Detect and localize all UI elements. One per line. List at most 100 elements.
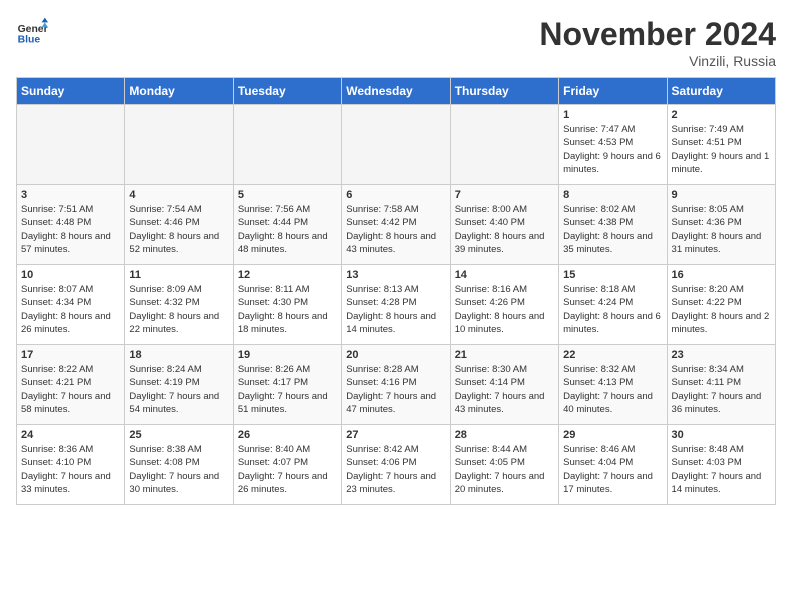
page-header: General Blue November 2024 Vinzili, Russ… <box>16 16 776 69</box>
day-cell-24: 24 Sunrise: 8:36 AMSunset: 4:10 PMDayligh… <box>17 425 125 505</box>
weekday-header-monday: Monday <box>125 78 233 105</box>
day-info: Sunrise: 8:24 AMSunset: 4:19 PMDaylight:… <box>129 363 228 416</box>
day-number: 14 <box>455 269 554 281</box>
day-cell-16: 16 Sunrise: 8:20 AMSunset: 4:22 PMDayligh… <box>667 265 775 345</box>
day-info: Sunrise: 8:32 AMSunset: 4:13 PMDaylight:… <box>563 363 662 416</box>
weekday-header-wednesday: Wednesday <box>342 78 450 105</box>
day-cell-17: 17 Sunrise: 8:22 AMSunset: 4:21 PMDayligh… <box>17 345 125 425</box>
day-number: 21 <box>455 349 554 361</box>
day-cell-23: 23 Sunrise: 8:34 AMSunset: 4:11 PMDayligh… <box>667 345 775 425</box>
day-number: 15 <box>563 269 662 281</box>
day-info: Sunrise: 8:46 AMSunset: 4:04 PMDaylight:… <box>563 443 662 496</box>
day-info: Sunrise: 8:09 AMSunset: 4:32 PMDaylight:… <box>129 283 228 336</box>
day-info: Sunrise: 8:13 AMSunset: 4:28 PMDaylight:… <box>346 283 445 336</box>
day-info: Sunrise: 8:28 AMSunset: 4:16 PMDaylight:… <box>346 363 445 416</box>
calendar-table: SundayMondayTuesdayWednesdayThursdayFrid… <box>16 77 776 505</box>
day-info: Sunrise: 8:26 AMSunset: 4:17 PMDaylight:… <box>238 363 337 416</box>
day-cell-25: 25 Sunrise: 8:38 AMSunset: 4:08 PMDayligh… <box>125 425 233 505</box>
day-info: Sunrise: 8:11 AMSunset: 4:30 PMDaylight:… <box>238 283 337 336</box>
weekday-header-friday: Friday <box>559 78 667 105</box>
weekday-header-row: SundayMondayTuesdayWednesdayThursdayFrid… <box>17 78 776 105</box>
day-number: 4 <box>129 189 228 201</box>
day-number: 26 <box>238 429 337 441</box>
week-row-2: 3 Sunrise: 7:51 AMSunset: 4:48 PMDaylight… <box>17 185 776 265</box>
logo-icon: General Blue <box>16 16 48 48</box>
location: Vinzili, Russia <box>539 53 776 69</box>
empty-cell <box>233 105 341 185</box>
day-info: Sunrise: 7:49 AMSunset: 4:51 PMDaylight:… <box>672 123 771 176</box>
day-info: Sunrise: 8:02 AMSunset: 4:38 PMDaylight:… <box>563 203 662 256</box>
week-row-5: 24 Sunrise: 8:36 AMSunset: 4:10 PMDayligh… <box>17 425 776 505</box>
day-number: 10 <box>21 269 120 281</box>
day-info: Sunrise: 7:54 AMSunset: 4:46 PMDaylight:… <box>129 203 228 256</box>
day-cell-12: 12 Sunrise: 8:11 AMSunset: 4:30 PMDayligh… <box>233 265 341 345</box>
day-cell-5: 5 Sunrise: 7:56 AMSunset: 4:44 PMDaylight… <box>233 185 341 265</box>
day-info: Sunrise: 8:40 AMSunset: 4:07 PMDaylight:… <box>238 443 337 496</box>
day-cell-13: 13Sunrise: 8:13 AMSunset: 4:28 PMDayligh… <box>342 265 450 345</box>
day-number: 27 <box>346 429 445 441</box>
day-info: Sunrise: 8:34 AMSunset: 4:11 PMDaylight:… <box>672 363 771 416</box>
svg-text:Blue: Blue <box>18 34 41 45</box>
day-number: 23 <box>672 349 771 361</box>
day-number: 1 <box>563 109 662 121</box>
day-number: 8 <box>563 189 662 201</box>
day-number: 24 <box>21 429 120 441</box>
week-row-4: 17 Sunrise: 8:22 AMSunset: 4:21 PMDayligh… <box>17 345 776 425</box>
day-number: 16 <box>672 269 771 281</box>
day-cell-4: 4 Sunrise: 7:54 AMSunset: 4:46 PMDaylight… <box>125 185 233 265</box>
day-number: 18 <box>129 349 228 361</box>
day-number: 28 <box>455 429 554 441</box>
empty-cell <box>17 105 125 185</box>
day-number: 30 <box>672 429 771 441</box>
day-cell-28: 28 Sunrise: 8:44 AMSunset: 4:05 PMDayligh… <box>450 425 558 505</box>
day-number: 20 <box>346 349 445 361</box>
day-info: Sunrise: 8:36 AMSunset: 4:10 PMDaylight:… <box>21 443 120 496</box>
day-cell-11: 11 Sunrise: 8:09 AMSunset: 4:32 PMDayligh… <box>125 265 233 345</box>
day-cell-19: 19 Sunrise: 8:26 AMSunset: 4:17 PMDayligh… <box>233 345 341 425</box>
logo: General Blue <box>16 16 48 48</box>
weekday-header-sunday: Sunday <box>17 78 125 105</box>
day-number: 19 <box>238 349 337 361</box>
month-title: November 2024 <box>539 16 776 53</box>
day-info: Sunrise: 8:00 AMSunset: 4:40 PMDaylight:… <box>455 203 554 256</box>
day-cell-26: 26 Sunrise: 8:40 AMSunset: 4:07 PMDayligh… <box>233 425 341 505</box>
day-number: 25 <box>129 429 228 441</box>
day-info: Sunrise: 7:56 AMSunset: 4:44 PMDaylight:… <box>238 203 337 256</box>
day-cell-22: 22 Sunrise: 8:32 AMSunset: 4:13 PMDayligh… <box>559 345 667 425</box>
day-info: Sunrise: 8:20 AMSunset: 4:22 PMDaylight:… <box>672 283 771 336</box>
day-info: Sunrise: 8:44 AMSunset: 4:05 PMDaylight:… <box>455 443 554 496</box>
week-row-1: 1 Sunrise: 7:47 AMSunset: 4:53 PMDaylight… <box>17 105 776 185</box>
weekday-header-tuesday: Tuesday <box>233 78 341 105</box>
day-info: Sunrise: 8:07 AMSunset: 4:34 PMDaylight:… <box>21 283 120 336</box>
day-info: Sunrise: 8:38 AMSunset: 4:08 PMDaylight:… <box>129 443 228 496</box>
day-cell-14: 14Sunrise: 8:16 AMSunset: 4:26 PMDayligh… <box>450 265 558 345</box>
day-number: 9 <box>672 189 771 201</box>
day-number: 22 <box>563 349 662 361</box>
day-info: Sunrise: 8:48 AMSunset: 4:03 PMDaylight:… <box>672 443 771 496</box>
day-cell-29: 29Sunrise: 8:46 AMSunset: 4:04 PMDayligh… <box>559 425 667 505</box>
empty-cell <box>125 105 233 185</box>
day-number: 17 <box>21 349 120 361</box>
day-cell-7: 7 Sunrise: 8:00 AMSunset: 4:40 PMDaylight… <box>450 185 558 265</box>
title-block: November 2024 Vinzili, Russia <box>539 16 776 69</box>
day-number: 2 <box>672 109 771 121</box>
empty-cell <box>342 105 450 185</box>
day-info: Sunrise: 8:30 AMSunset: 4:14 PMDaylight:… <box>455 363 554 416</box>
day-cell-18: 18 Sunrise: 8:24 AMSunset: 4:19 PMDayligh… <box>125 345 233 425</box>
day-info: Sunrise: 7:47 AMSunset: 4:53 PMDaylight:… <box>563 123 662 176</box>
week-row-3: 10 Sunrise: 8:07 AMSunset: 4:34 PMDayligh… <box>17 265 776 345</box>
day-number: 5 <box>238 189 337 201</box>
day-info: Sunrise: 7:58 AMSunset: 4:42 PMDaylight:… <box>346 203 445 256</box>
day-cell-15: 15Sunrise: 8:18 AMSunset: 4:24 PMDayligh… <box>559 265 667 345</box>
day-info: Sunrise: 8:05 AMSunset: 4:36 PMDaylight:… <box>672 203 771 256</box>
day-info: Sunrise: 8:22 AMSunset: 4:21 PMDaylight:… <box>21 363 120 416</box>
day-number: 7 <box>455 189 554 201</box>
weekday-header-saturday: Saturday <box>667 78 775 105</box>
day-info: Sunrise: 7:51 AMSunset: 4:48 PMDaylight:… <box>21 203 120 256</box>
day-cell-27: 27Sunrise: 8:42 AMSunset: 4:06 PMDayligh… <box>342 425 450 505</box>
day-cell-1: 1 Sunrise: 7:47 AMSunset: 4:53 PMDaylight… <box>559 105 667 185</box>
day-number: 11 <box>129 269 228 281</box>
day-number: 12 <box>238 269 337 281</box>
day-cell-30: 30 Sunrise: 8:48 AMSunset: 4:03 PMDayligh… <box>667 425 775 505</box>
day-number: 3 <box>21 189 120 201</box>
